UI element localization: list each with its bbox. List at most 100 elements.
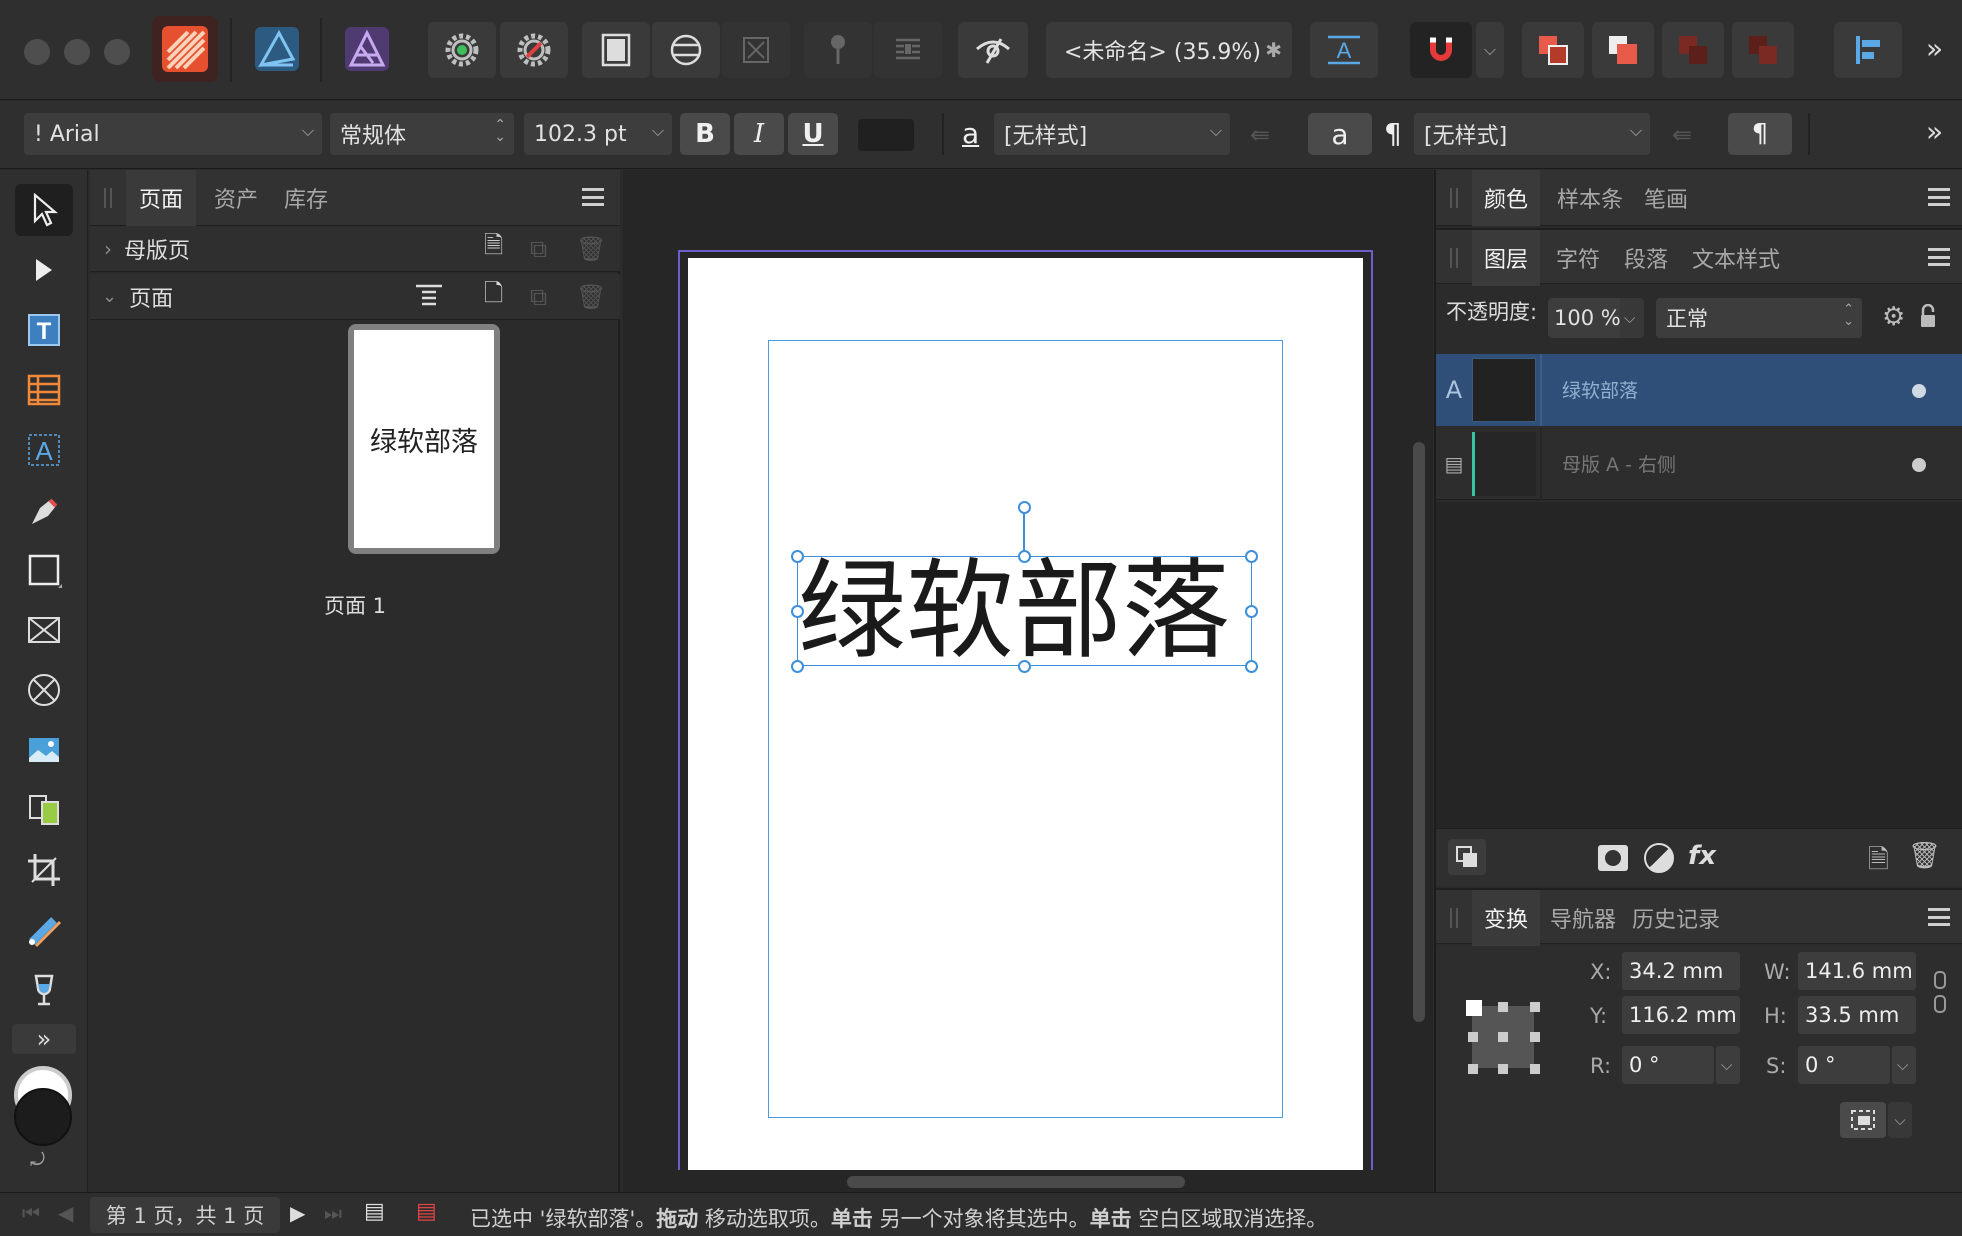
layer-name[interactable]: 绿软部落 (1562, 376, 1638, 403)
tab-assets[interactable]: 资产 (206, 170, 266, 226)
layer-row-master[interactable]: ▤ 母版 A - 右侧 (1436, 428, 1962, 500)
tab-swatches[interactable]: 样本条 (1548, 170, 1632, 226)
anchor-point-selector[interactable] (1466, 1000, 1540, 1074)
blend-mode-select[interactable]: 正常 ⌃ ⌄ (1656, 298, 1862, 338)
master-pages-section[interactable]: › 母版页 🗎 ⧉ 🗑 (90, 226, 620, 272)
delete-layer-icon[interactable]: 🗑 (1908, 841, 1941, 871)
designer-persona-icon[interactable] (244, 16, 310, 82)
tab-paragraph[interactable]: 段落 (1616, 230, 1676, 286)
apply-para-style-button[interactable]: ¶ (1728, 113, 1792, 155)
page-thumbnail[interactable]: 绿软部落 (348, 324, 500, 554)
next-page-icon[interactable]: ▶ (290, 1201, 305, 1225)
crop-tool[interactable] (15, 844, 73, 896)
tab-stock[interactable]: 库存 (276, 170, 336, 226)
document-tab[interactable]: <未命名> (35.9%) ✱ (1046, 22, 1292, 78)
add-layer-icon[interactable]: 🗎 (1868, 841, 1889, 885)
page-canvas[interactable]: 绿软部落 (688, 258, 1363, 1170)
close-window-button[interactable] (24, 39, 50, 65)
page-view-icon[interactable]: ▤ (364, 1199, 385, 1224)
transform-origin-chevron-icon[interactable]: ⌵ (1888, 1102, 1912, 1138)
preview-toggle-button[interactable] (958, 22, 1028, 78)
last-page-icon[interactable]: ⏭ (324, 1201, 342, 1225)
x-input[interactable]: 34.2 mm (1622, 952, 1740, 990)
fill-color-swatch[interactable] (14, 1088, 72, 1146)
frame-button[interactable] (722, 22, 790, 78)
visibility-dot-icon[interactable] (1912, 384, 1926, 398)
table-tool[interactable] (15, 364, 73, 416)
text-frame-options-button[interactable]: A (1310, 22, 1378, 78)
fx-layer-icon[interactable]: fx (1688, 841, 1716, 871)
tab-pages[interactable]: 页面 (126, 170, 196, 226)
h-input[interactable]: 33.5 mm (1798, 996, 1916, 1034)
resize-handle[interactable] (1018, 550, 1031, 563)
tab-text-styles[interactable]: 文本样式 (1686, 230, 1786, 286)
text-color-swatch[interactable] (858, 119, 914, 151)
place-image-tool[interactable] (15, 724, 73, 776)
lock-icon[interactable] (1920, 303, 1935, 327)
ellipse-frame-tool[interactable] (15, 664, 73, 716)
panel-menu-icon[interactable] (1928, 248, 1950, 266)
tab-layers[interactable]: 图层 (1472, 230, 1540, 286)
selected-text-object[interactable]: 绿软部落 (797, 556, 1252, 667)
mask-layer-icon[interactable] (1598, 845, 1628, 871)
photo-persona-icon[interactable] (334, 16, 400, 82)
persona-linked-tool[interactable] (15, 784, 73, 836)
more-tools-chevron-icon[interactable]: » (12, 1024, 76, 1054)
panel-menu-icon[interactable] (582, 188, 604, 206)
add-master-icon[interactable]: 🗎 (484, 228, 503, 269)
font-size-input[interactable]: 102.3 pt ⌵ (524, 113, 672, 155)
clear-para-style-icon[interactable]: ⇚ (1672, 121, 1692, 149)
bold-button[interactable]: B (680, 113, 730, 155)
horizontal-scrollbar[interactable] (847, 1176, 1185, 1188)
layer-name[interactable]: 母版 A - 右侧 (1562, 450, 1676, 477)
gear-icon[interactable]: ⚙ (1882, 302, 1905, 332)
rotation-handle[interactable] (1018, 501, 1031, 514)
clear-char-style-icon[interactable]: ⇚ (1250, 121, 1270, 149)
resize-handle[interactable] (1245, 660, 1258, 673)
opacity-dropdown-chevron-icon[interactable]: ⌵ (1620, 298, 1644, 338)
preflight-gear-button[interactable] (500, 22, 568, 78)
resize-handle[interactable] (1245, 550, 1258, 563)
preferences-gear-button[interactable] (428, 22, 496, 78)
lock-aspect-chain-icon[interactable] (1932, 970, 1948, 1014)
tab-color[interactable]: 颜色 (1472, 170, 1540, 226)
tab-history[interactable]: 历史记录 (1628, 890, 1724, 946)
y-input[interactable]: 116.2 mm (1622, 996, 1740, 1034)
apply-char-style-button[interactable]: a (1308, 113, 1372, 155)
pages-section[interactable]: ⌄ 页面 🗋 ⧉ 🗑 (90, 274, 620, 320)
zoom-window-button[interactable] (104, 39, 130, 65)
snapping-button[interactable] (1410, 22, 1472, 78)
minimize-window-button[interactable] (64, 39, 90, 65)
font-style-select[interactable]: 常规体 ⌃ ⌄ (330, 113, 514, 155)
chevron-down-icon[interactable]: ⌄ (102, 286, 117, 307)
align-button[interactable] (1834, 22, 1902, 78)
chevron-right-icon[interactable]: › (104, 237, 112, 261)
tab-character[interactable]: 字符 (1548, 230, 1608, 286)
context-overflow-chevron-icon[interactable]: » (1926, 115, 1943, 148)
toolbar-overflow-chevron-icon[interactable]: » (1926, 32, 1943, 65)
swap-colors-icon[interactable]: ⤾ (30, 1150, 45, 1171)
page-indicator[interactable]: 第 1 页，共 1 页 (90, 1197, 280, 1233)
move-tool[interactable] (15, 184, 73, 236)
snapping-dropdown-chevron-icon[interactable]: ⌵ (1476, 22, 1504, 78)
panel-menu-icon[interactable] (1928, 188, 1950, 206)
paragraph-style-select[interactable]: [无样式] ⌵ (1414, 113, 1650, 155)
delete-master-icon[interactable]: 🗑 (576, 235, 606, 263)
font-family-select[interactable]: ! Arial ⌵ (24, 113, 322, 155)
resize-handle[interactable] (1018, 660, 1031, 673)
resize-handle[interactable] (791, 550, 804, 563)
resize-handle[interactable] (791, 660, 804, 673)
character-style-select[interactable]: [无样式] ⌵ (994, 113, 1230, 155)
r-dropdown-chevron-icon[interactable]: ⌵ (1716, 1046, 1740, 1084)
frame-text-tool[interactable]: A (15, 424, 73, 476)
s-dropdown-chevron-icon[interactable]: ⌵ (1892, 1046, 1916, 1084)
close-document-icon[interactable]: ✱ (1265, 38, 1282, 62)
rectangle-tool[interactable] (15, 544, 73, 596)
arrange-forward-button[interactable] (1592, 22, 1654, 78)
arrange-layers-button[interactable] (1448, 839, 1486, 875)
add-page-icon[interactable]: 🗋 (484, 276, 503, 317)
pin-button[interactable] (804, 22, 872, 78)
picture-frame-tool[interactable] (15, 604, 73, 656)
adjustment-layer-icon[interactable] (1644, 843, 1674, 873)
s-input[interactable]: 0 ° (1798, 1046, 1890, 1084)
